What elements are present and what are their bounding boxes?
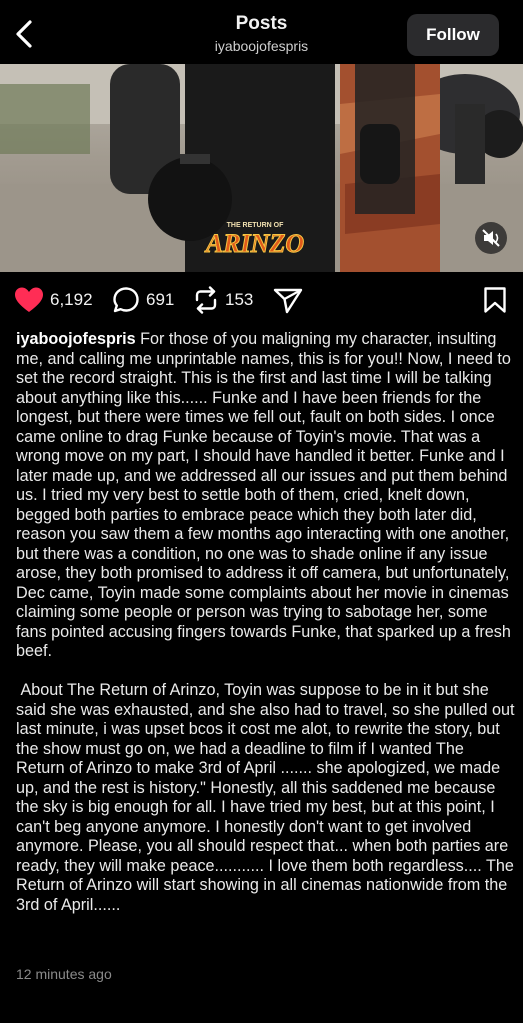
comment-button[interactable]: 691 — [112, 286, 174, 314]
send-icon — [273, 288, 303, 314]
logo-line2: ARINZO — [204, 229, 304, 258]
heart-icon — [15, 287, 43, 312]
logo-line1: THE RETURN OF — [227, 222, 285, 229]
repost-count: 153 — [225, 290, 254, 309]
follow-button[interactable]: Follow — [407, 14, 499, 56]
save-button[interactable] — [483, 286, 507, 314]
comment-icon — [113, 287, 139, 313]
speaker-muted-icon[interactable] — [475, 222, 507, 254]
bookmark-icon — [484, 287, 506, 313]
post-username[interactable]: iyaboojofespris — [16, 330, 136, 348]
like-button[interactable]: 6,192 — [14, 286, 93, 314]
repost-icon — [195, 286, 217, 314]
repost-button[interactable]: 153 — [193, 286, 253, 314]
like-count: 6,192 — [50, 290, 93, 309]
comment-count: 691 — [146, 290, 175, 309]
post-text: For those of you maligning my character,… — [16, 330, 515, 914]
movie-logo: THE RETURN OF ARINZO — [190, 214, 320, 259]
action-bar: 6,192 691 153 — [0, 272, 523, 328]
top-bar: Posts iyaboojofespris Follow — [0, 0, 523, 64]
post-caption: iyaboojofespris For those of you maligni… — [16, 330, 516, 915]
post-timestamp: 12 minutes ago — [16, 966, 112, 982]
post-video[interactable]: THE RETURN OF ARINZO — [0, 64, 523, 272]
share-button[interactable] — [273, 286, 303, 314]
